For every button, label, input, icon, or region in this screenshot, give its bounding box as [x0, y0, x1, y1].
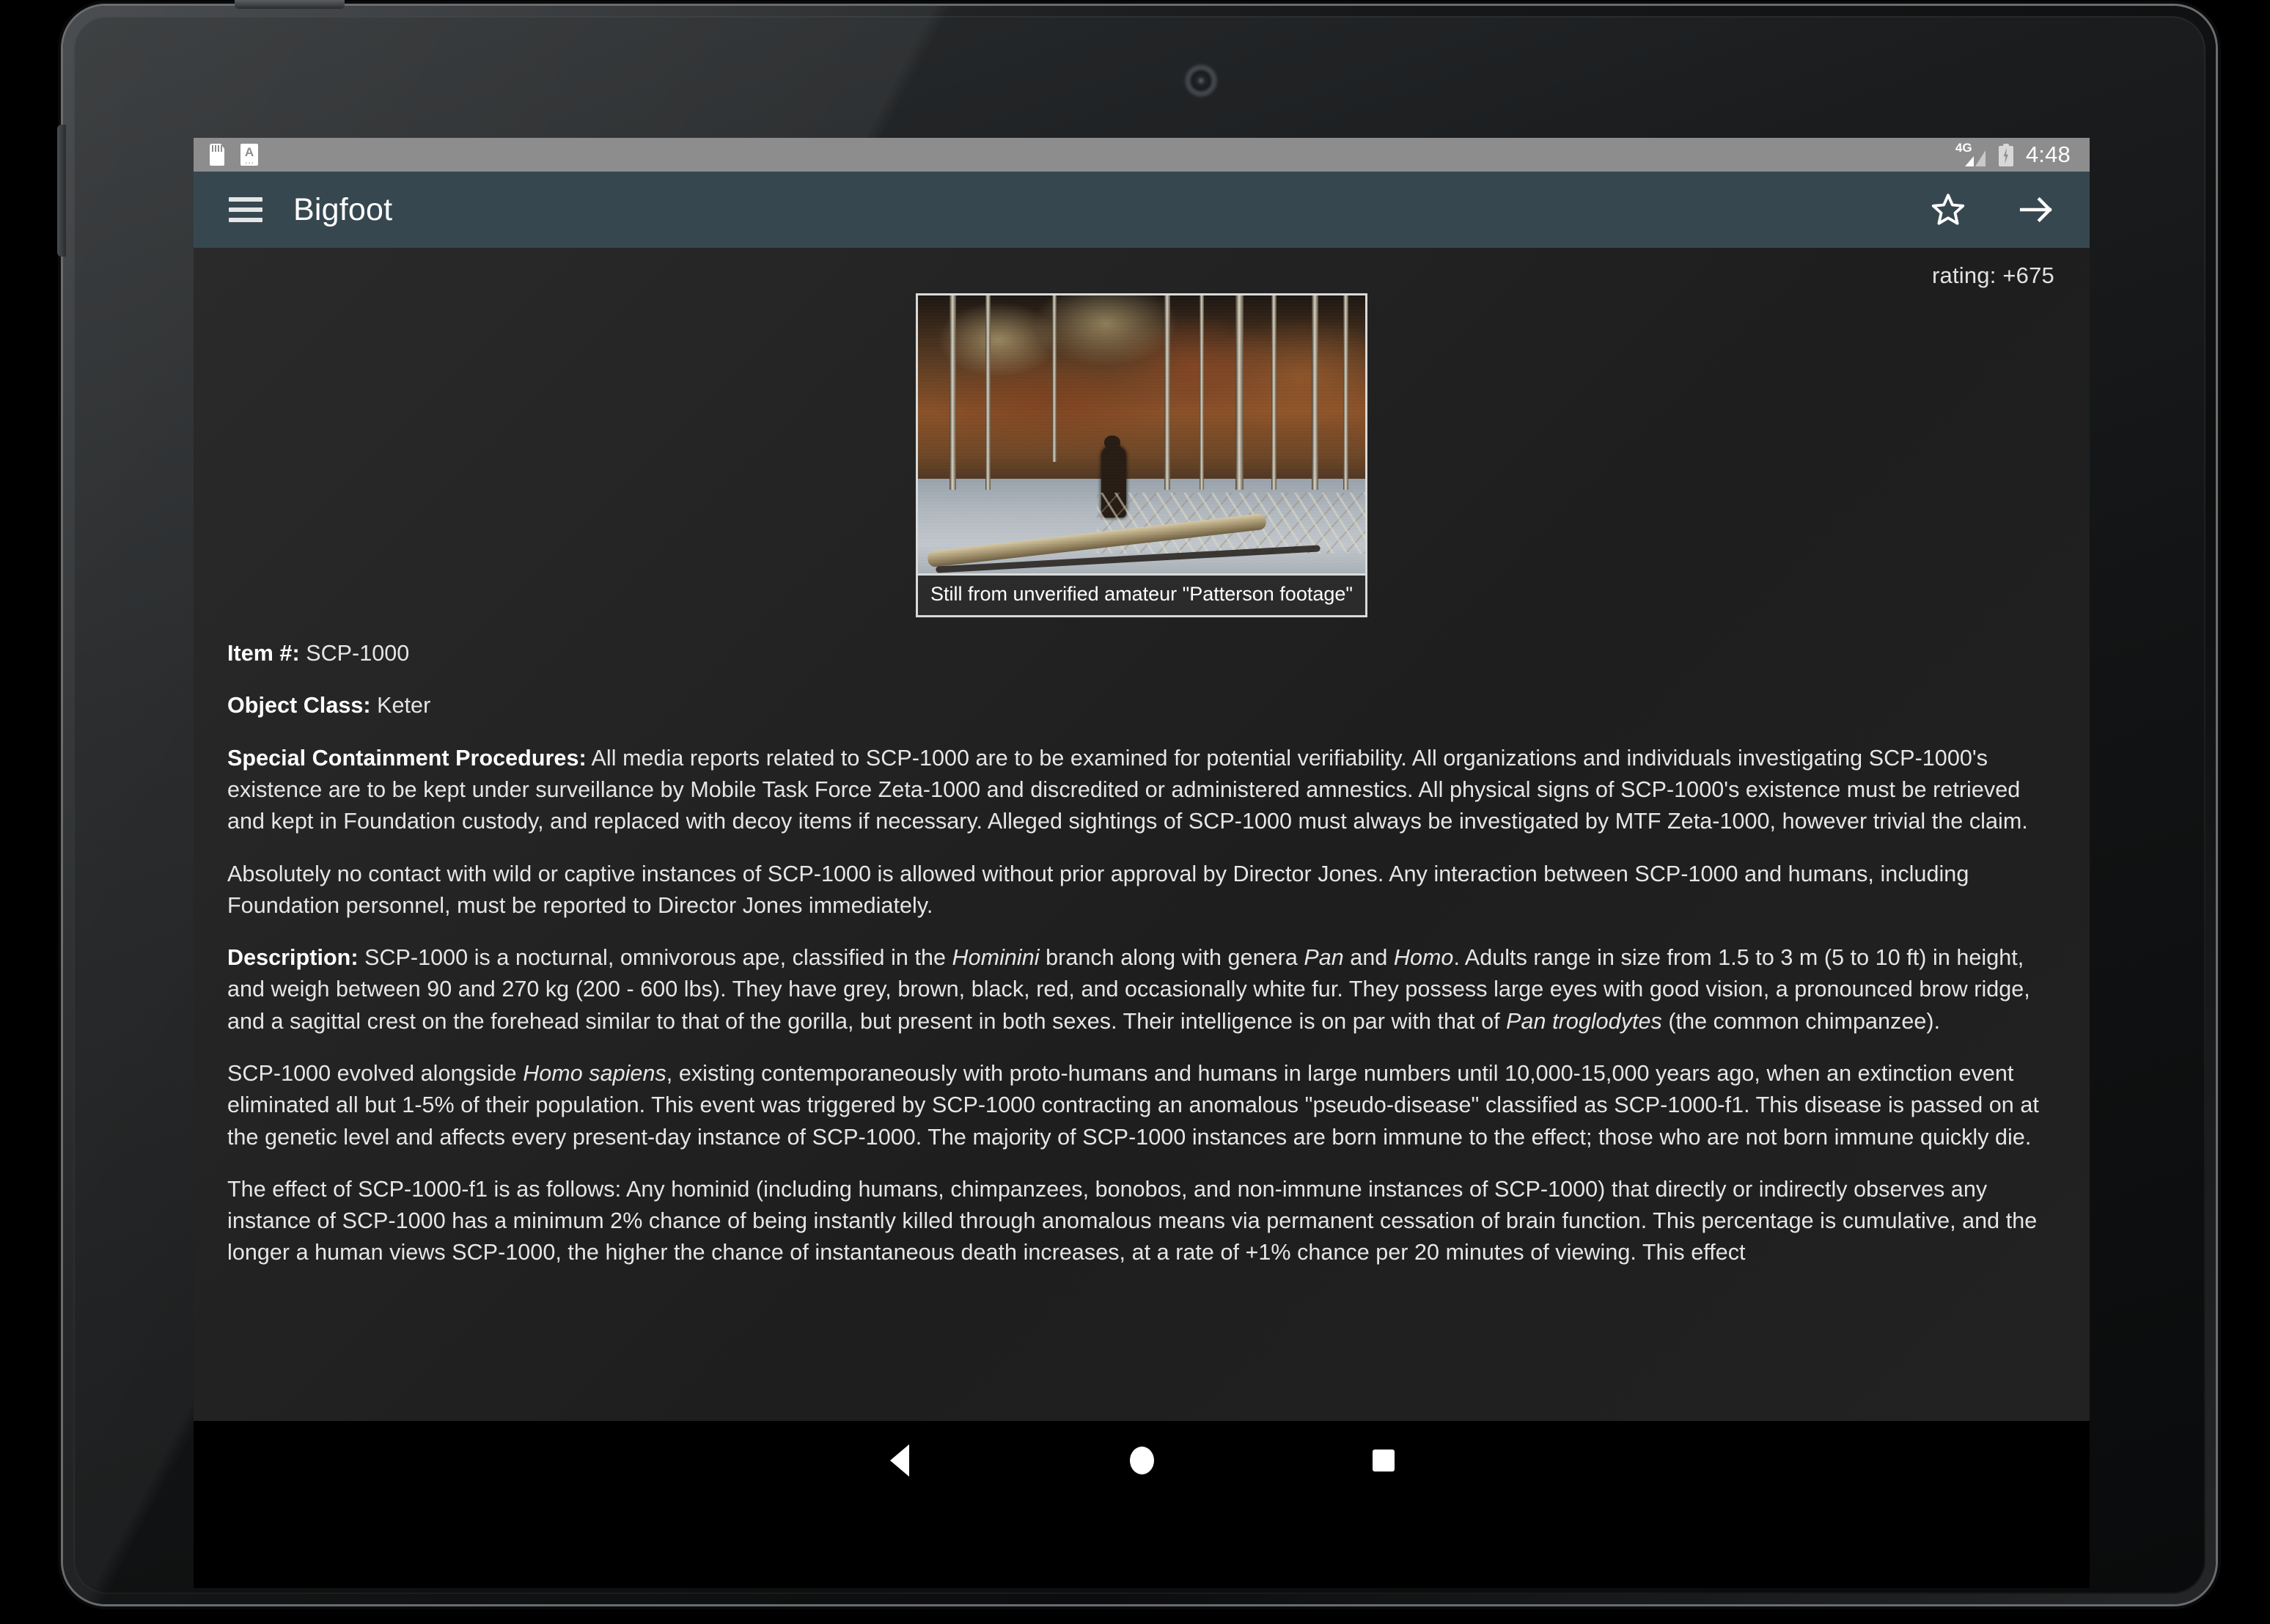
paragraph-effect: The effect of SCP-1000-f1 is as follows:…	[227, 1176, 2038, 1265]
field-object-class: Object Class: Keter	[227, 690, 2056, 721]
item-number-label: Item #:	[227, 641, 300, 666]
power-button[interactable]	[235, 0, 345, 9]
description-text-2: branch along with genera	[1039, 945, 1304, 971]
object-class-label: Object Class:	[227, 693, 371, 719]
description-label: Description:	[227, 945, 359, 971]
nav-recents-button[interactable]	[1263, 1450, 1505, 1471]
paragraph-containment: Special Containment Procedures: All medi…	[227, 743, 2056, 838]
paragraph-evolution: SCP-1000 evolved alongside Homo sapiens,…	[227, 1058, 2056, 1153]
containment-label: Special Containment Procedures:	[227, 745, 587, 771]
screen-lower-filler	[194, 1500, 2090, 1588]
evolution-text-1: SCP-1000 evolved alongside	[227, 1060, 524, 1086]
taxon-hominini: Hominini	[952, 945, 1040, 971]
item-number-value: SCP-1000	[306, 641, 410, 666]
back-triangle-icon	[890, 1444, 909, 1477]
hamburger-menu-icon[interactable]	[229, 197, 262, 222]
description-text-5: (the common chimpanzee).	[1661, 1008, 1941, 1034]
paragraph-description: Description: SCP-1000 is a nocturnal, om…	[227, 942, 2056, 1037]
description-text-3: and	[1343, 945, 1394, 971]
document-icon: A	[240, 144, 258, 166]
signal-strength-icon: 4G	[1955, 141, 1986, 167]
home-circle-icon	[1129, 1447, 1154, 1474]
article-content[interactable]: rating: +675 Still from unverified amate…	[194, 248, 2090, 1421]
taxon-homo-sapiens: Homo sapiens	[523, 1060, 666, 1086]
android-navigation-bar	[194, 1421, 2090, 1500]
status-bar-notifications: A	[210, 144, 258, 166]
page-title: Bigfoot	[293, 191, 393, 227]
nav-home-button[interactable]	[1021, 1447, 1263, 1474]
battery-charging-icon	[1998, 143, 2013, 166]
taxon-pan: Pan	[1304, 945, 1344, 971]
field-item-number: Item #: SCP-1000	[227, 638, 2056, 669]
patterson-film-still-image	[916, 293, 1367, 573]
taxon-pan-troglodytes: Pan troglodytes	[1506, 1008, 1662, 1034]
article-figure: Still from unverified amateur "Patterson…	[916, 293, 1367, 618]
article-body: Item #: SCP-1000 Object Class: Keter Spe…	[226, 617, 2057, 1269]
nav-back-button[interactable]	[779, 1444, 1021, 1477]
signal-bars-icon	[1964, 150, 1986, 166]
volume-button[interactable]	[57, 125, 66, 257]
screenshot-scene: A 4G 4:48 Bigfoot	[0, 0, 2270, 1624]
taxon-homo: Homo	[1393, 945, 1454, 971]
status-bar: A 4G 4:48	[194, 138, 2090, 172]
object-class-value: Keter	[377, 693, 431, 719]
rating-label: rating: +675	[1932, 262, 2054, 288]
status-bar-system: 4G 4:48	[1955, 141, 2071, 168]
recents-square-icon	[1373, 1450, 1395, 1471]
clock-label: 4:48	[2025, 142, 2071, 167]
device-screen: A 4G 4:48 Bigfoot	[194, 138, 2090, 1421]
app-bar: Bigfoot	[194, 172, 2090, 252]
sd-card-icon	[210, 144, 224, 166]
paragraph-contact: Absolutely no contact with wild or capti…	[227, 861, 1969, 918]
forward-arrow-icon[interactable]	[2015, 188, 2057, 231]
app-bar-actions	[1927, 188, 2057, 231]
front-camera-icon	[1185, 65, 1217, 97]
favorite-star-icon[interactable]	[1927, 188, 1969, 231]
figure-caption: Still from unverified amateur "Patterson…	[916, 573, 1367, 618]
description-text-1: SCP-1000 is a nocturnal, omnivorous ape,…	[358, 945, 952, 971]
